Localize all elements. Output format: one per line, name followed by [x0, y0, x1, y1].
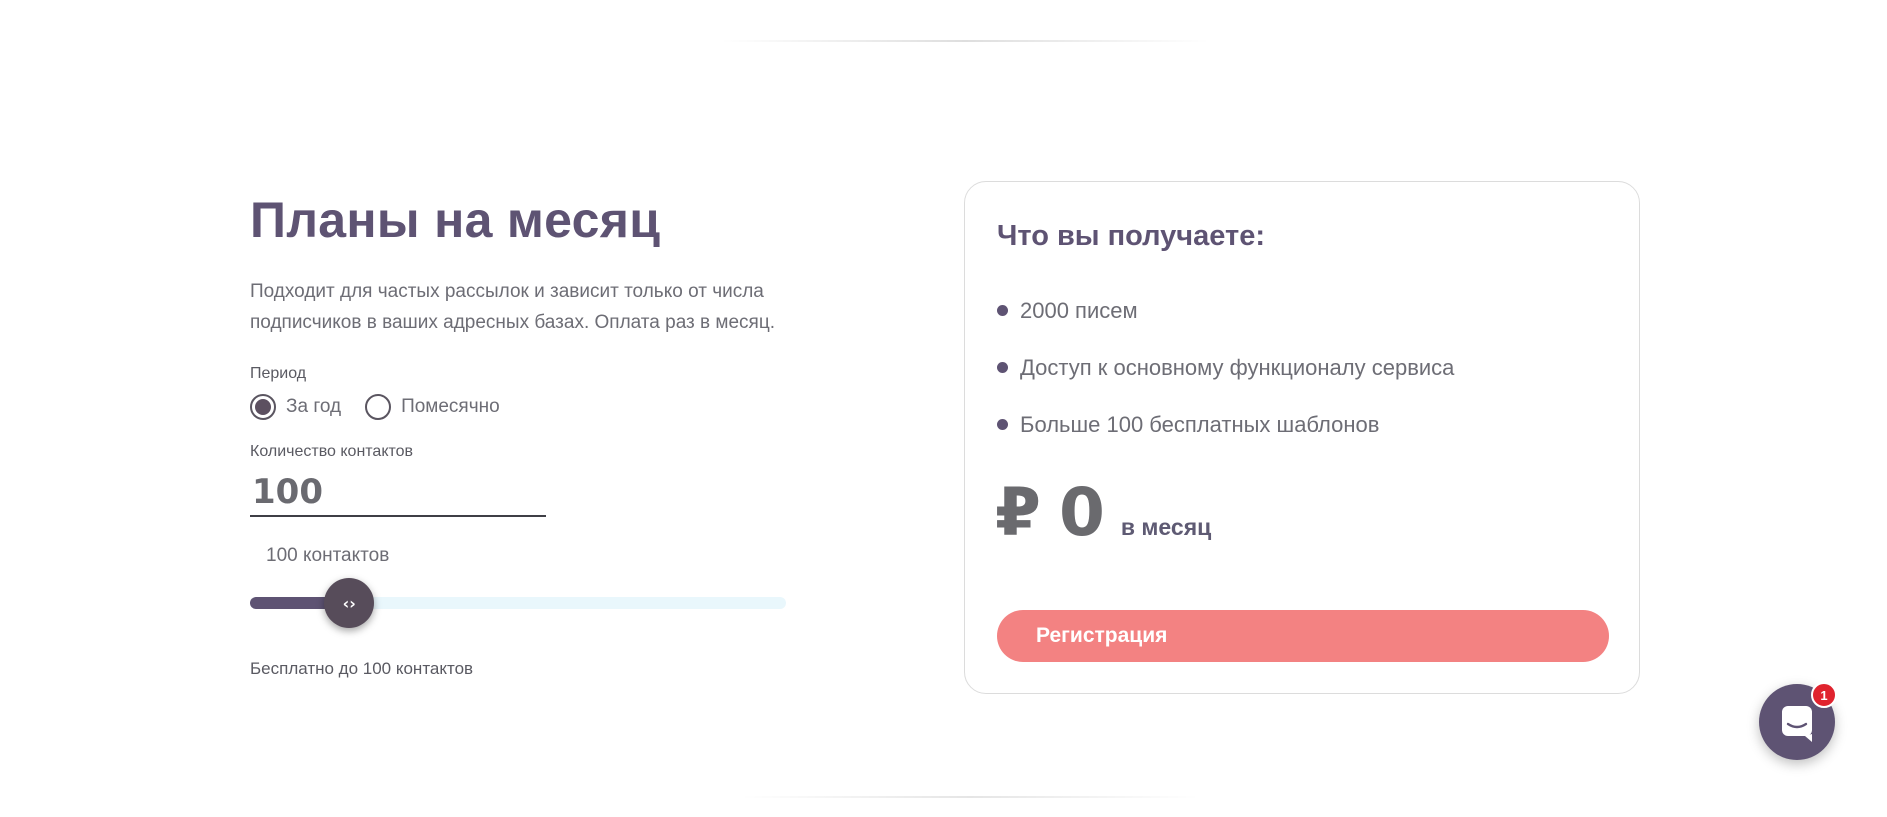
bottom-divider — [740, 796, 1200, 798]
radio-monthly[interactable] — [365, 394, 392, 420]
chat-widget-button[interactable]: 1 — [1759, 682, 1837, 760]
feature-item: Доступ к основному функционалу сервиса — [997, 339, 1454, 396]
price-currency: ₽ — [995, 474, 1041, 551]
slider-thumb[interactable]: ‹› — [324, 578, 375, 628]
contacts-count-text: 100 контактов — [266, 545, 390, 566]
price-period: в месяц — [1120, 514, 1212, 540]
page-title: Планы на месяц — [250, 192, 661, 248]
card-title: Что вы получаете: — [997, 220, 1265, 252]
plans-section: Планы на месяц Подходит для частых рассы… — [250, 190, 850, 679]
feature-item: Больше 100 бесплатных шаблонов — [997, 396, 1454, 453]
description-line-1: Подходит для частых рассылок и зависит т… — [250, 281, 764, 302]
contacts-slider[interactable]: ‹› — [250, 578, 786, 628]
period-option-label: Помесячно — [401, 396, 500, 417]
contacts-input[interactable] — [250, 471, 546, 517]
price: ₽ 0 в месяц — [995, 474, 1211, 551]
feature-item: 2000 писем — [997, 282, 1454, 339]
bullet-icon — [997, 362, 1008, 373]
feature-text: Доступ к основному функционалу сервиса — [1020, 354, 1455, 380]
period-radio-group: За год Помесячно — [250, 394, 850, 420]
contacts-label: Количество контактов — [250, 443, 414, 460]
code-arrows-icon: ‹› — [342, 593, 356, 613]
register-button[interactable]: Регистрация — [997, 610, 1609, 662]
radio-yearly[interactable] — [250, 394, 276, 420]
feature-text: 2000 писем — [1020, 297, 1138, 323]
feature-text: Больше 100 бесплатных шаблонов — [1020, 411, 1380, 437]
free-plan-note: Бесплатно до 100 контактов — [250, 659, 474, 678]
top-divider — [720, 40, 1210, 42]
description-line-2: подписчиков в ваших адресных базах. Опла… — [250, 312, 775, 333]
period-option-yearly[interactable]: За год — [250, 394, 341, 420]
period-label: Период — [250, 365, 307, 382]
period-option-label: За год — [286, 396, 342, 417]
radio-selected-dot — [255, 399, 271, 415]
feature-list: 2000 писем Доступ к основному функционал… — [997, 282, 1454, 453]
price-amount: 0 — [1058, 474, 1105, 551]
bullet-icon — [997, 305, 1008, 316]
period-option-monthly[interactable]: Помесячно — [365, 394, 500, 420]
plans-description: Подходит для частых рассылок и зависит т… — [250, 276, 840, 338]
notification-badge: 1 — [1811, 682, 1837, 708]
plan-summary-card: Что вы получаете: 2000 писем Доступ к ос… — [964, 181, 1640, 694]
bullet-icon — [997, 419, 1008, 430]
